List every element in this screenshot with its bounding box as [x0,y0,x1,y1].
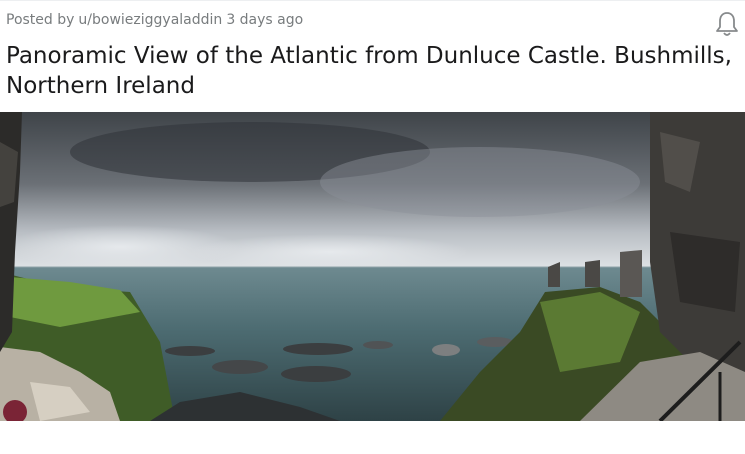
posted-by-label: Posted by [6,12,75,28]
landscape-photo [0,112,745,421]
post-timestamp: 3 days ago [226,12,304,28]
post-meta: Posted by u/bowieziggyaladdin 3 days ago [6,12,307,28]
post-title[interactable]: Panoramic View of the Atlantic from Dunl… [6,41,736,101]
post-image[interactable] [0,112,745,421]
post-card: Posted by u/bowieziggyaladdin 3 days ago P… [0,0,745,454]
author-link[interactable]: u/bowieziggyaladdin [78,12,222,28]
bell-icon[interactable] [712,9,742,39]
